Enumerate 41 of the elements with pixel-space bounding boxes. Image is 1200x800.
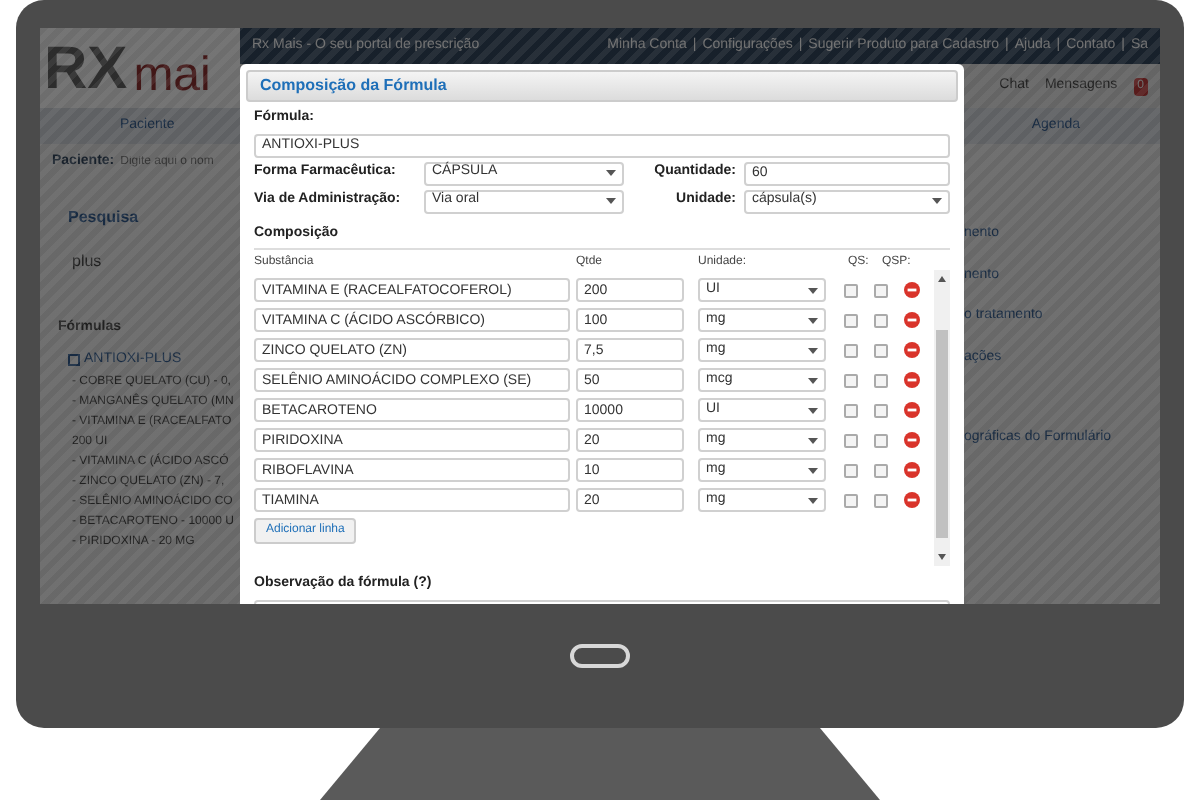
caret-icon <box>606 170 616 176</box>
checkbox[interactable] <box>874 403 888 417</box>
remove-icon[interactable] <box>904 342 920 358</box>
checkbox[interactable] <box>844 463 858 477</box>
search-value: plus <box>72 249 104 273</box>
remove-icon[interactable] <box>904 462 920 478</box>
checkbox[interactable] <box>874 493 888 507</box>
checkbox[interactable] <box>844 313 858 327</box>
caret-icon <box>808 467 818 473</box>
remove-icon[interactable] <box>904 432 920 448</box>
dialog-title: Composição da Fórmula <box>260 74 447 98</box>
search-title: Pesquisa <box>68 205 141 229</box>
caret-icon <box>808 347 818 353</box>
checkbox[interactable] <box>874 313 888 327</box>
logo: RXmai <box>40 28 240 108</box>
caret-icon <box>932 198 942 204</box>
tree-toggle-icon[interactable] <box>68 354 80 367</box>
caret-icon <box>808 317 818 323</box>
remove-icon[interactable] <box>904 372 920 388</box>
checkbox[interactable] <box>874 283 888 297</box>
remove-icon[interactable] <box>904 402 920 418</box>
checkbox[interactable] <box>844 373 858 387</box>
checkbox[interactable] <box>874 373 888 387</box>
checkbox[interactable] <box>844 403 858 417</box>
power-button[interactable] <box>570 644 630 668</box>
checkbox[interactable] <box>844 343 858 357</box>
checkbox[interactable] <box>844 283 858 297</box>
checkbox[interactable] <box>844 493 858 507</box>
caret-icon <box>808 497 818 503</box>
caret-icon <box>606 198 616 204</box>
remove-icon[interactable] <box>904 492 920 508</box>
checkbox[interactable] <box>844 433 858 447</box>
remove-icon[interactable] <box>904 312 920 328</box>
caret-icon <box>808 437 818 443</box>
checkbox[interactable] <box>874 433 888 447</box>
caret-icon <box>808 287 818 293</box>
checkbox[interactable] <box>874 463 888 477</box>
remove-icon[interactable] <box>904 282 920 298</box>
caret-icon <box>808 377 818 383</box>
caret-icon <box>808 407 818 413</box>
checkbox[interactable] <box>874 343 888 357</box>
